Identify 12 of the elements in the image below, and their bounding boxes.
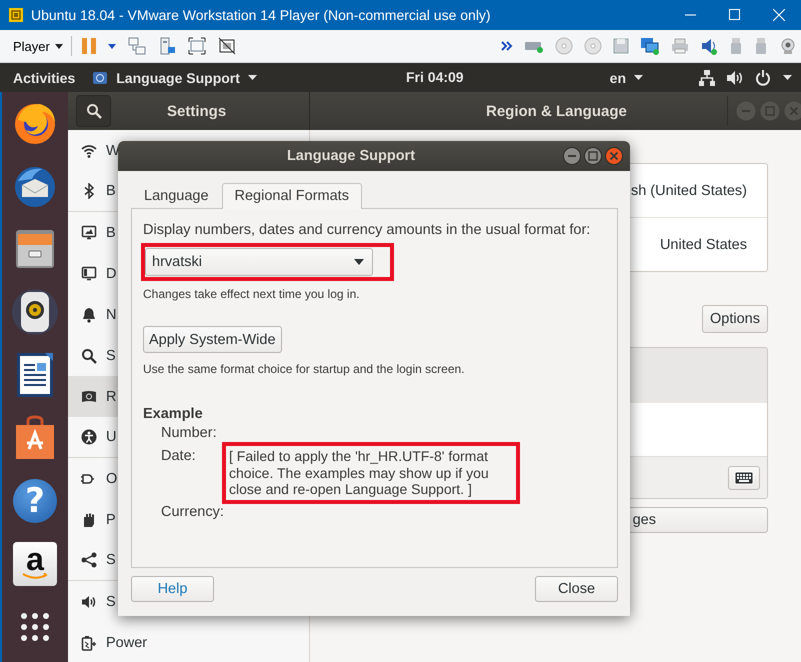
restart-note: Changes take effect next time you log in.	[143, 287, 360, 301]
window-title: Settings	[167, 102, 226, 120]
page-title: Region & Language	[486, 102, 627, 120]
example-value: [ Failed to apply the 'hr_HR.UTF-8' format choice. The examples may show up if you close and re-open Language Support. ]	[222, 442, 520, 504]
dialog-title: Language Support	[286, 148, 416, 164]
format-prompt: Display numbers, dates and currency amounts in the usual format for:	[143, 222, 590, 238]
example-heading: Example	[143, 406, 203, 422]
example-label: Date:	[161, 447, 197, 466]
example-label: Number:	[161, 425, 218, 442]
example-label: Currency:	[161, 504, 222, 520]
window-title: Ubuntu 18.04 - VMware Workstation 14 Player (Non-commercial use only)	[31, 7, 492, 23]
apply-note: Use the same format choice for startup and the login screen.	[143, 362, 464, 376]
